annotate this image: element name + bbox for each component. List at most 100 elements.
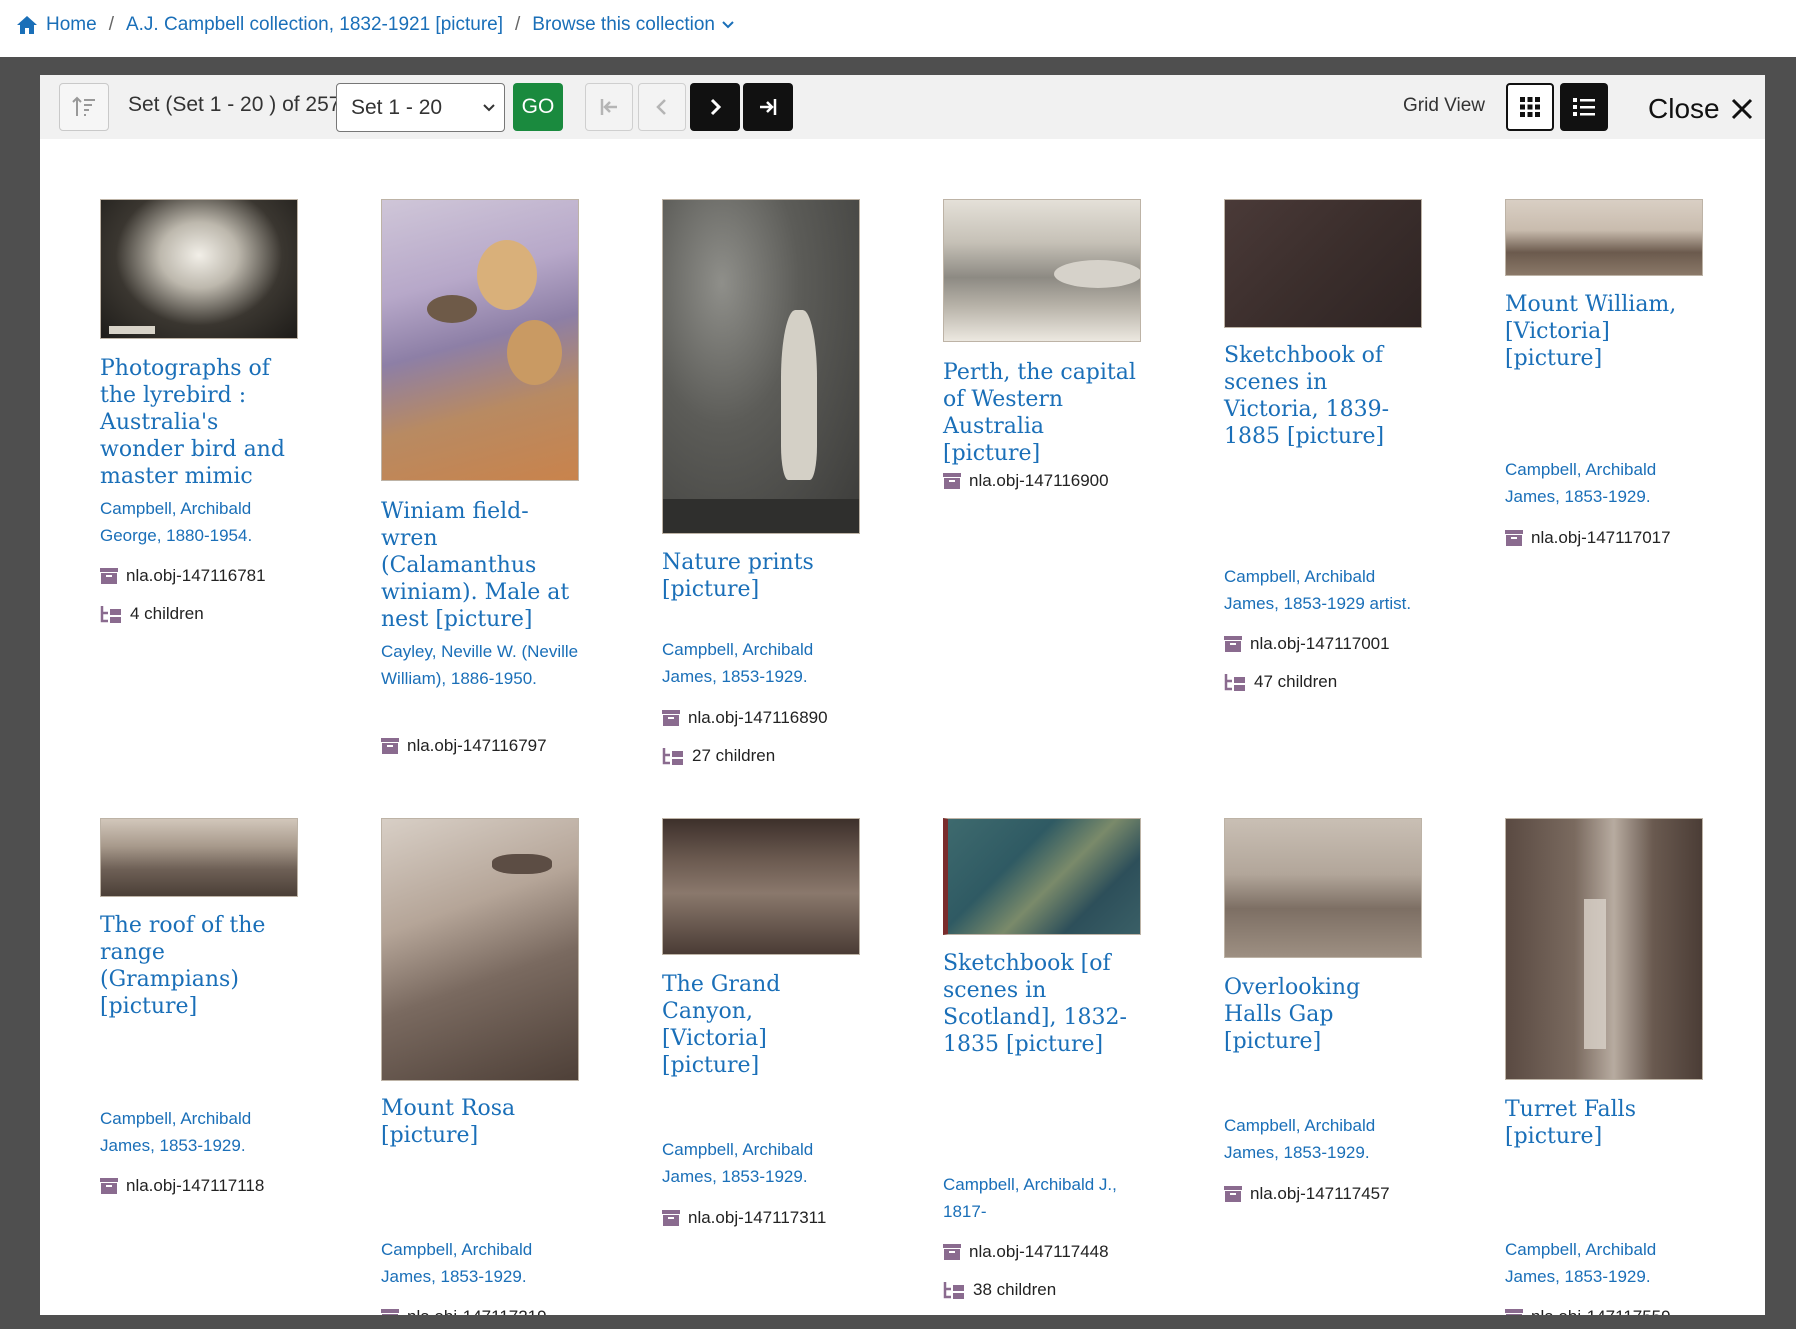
archive-box-icon [1505, 530, 1523, 546]
item-id-text: nla.obj-147117001 [1250, 634, 1390, 653]
item-children[interactable]: 38 children [943, 1280, 1056, 1300]
item-children[interactable]: 4 children [100, 604, 204, 624]
item-id: nla.obj-147117017 [1505, 528, 1671, 548]
last-page-button[interactable] [743, 83, 793, 131]
close-label: Close [1648, 93, 1720, 124]
item-title-link[interactable]: Mount Rosa [picture] [381, 1095, 581, 1149]
item-title-link[interactable]: Sketchbook of scenes in Victoria, 1839-1… [1224, 342, 1424, 450]
item-title-link[interactable]: The Grand Canyon, [Victoria] [picture] [662, 971, 862, 1079]
item-thumbnail[interactable] [943, 199, 1141, 342]
breadcrumb-home-link[interactable]: Home [46, 14, 97, 36]
set-range-label: Set (Set 1 - 20 ) of 257 [128, 93, 341, 116]
item-id: nla.obj-147117457 [1224, 1184, 1390, 1204]
item-title-link[interactable]: The roof of the range (Grampians) [pictu… [100, 912, 300, 1020]
item-children-text: 4 children [130, 604, 204, 623]
item-id-text: nla.obj-147117457 [1250, 1184, 1390, 1203]
item-thumbnail[interactable] [662, 199, 860, 534]
item-creator-link[interactable]: Campbell, Archibald James, 1853-1929. [662, 1136, 862, 1190]
archive-box-icon [100, 568, 118, 584]
item-thumbnail[interactable] [1505, 199, 1703, 276]
sort-button[interactable] [59, 83, 109, 131]
item-creator-link[interactable]: Campbell, Archibald James, 1853-1929. [1505, 456, 1705, 510]
set-select-value: Set 1 - 20 [351, 95, 443, 119]
item-title-link[interactable]: Turret Falls [picture] [1505, 1096, 1705, 1150]
item-title-link[interactable]: Winiam field-wren (Calamanthus winiam). … [381, 498, 581, 633]
item-id: nla.obj-147117559 [1505, 1307, 1671, 1315]
breadcrumb-bar: Home / A.J. Campbell collection, 1832-19… [0, 0, 1796, 57]
archive-box-icon [381, 738, 399, 754]
item-creator-link[interactable]: Campbell, Archibald James, 1853-1929. [1224, 1112, 1424, 1166]
chevron-right-icon [710, 98, 722, 116]
archive-box-icon [943, 1244, 961, 1260]
breadcrumb: Home / A.J. Campbell collection, 1832-19… [16, 14, 735, 36]
page-edge [1766, 57, 1796, 1329]
item-creator-link[interactable]: Campbell, Archibald James, 1853-1929 art… [1224, 563, 1424, 617]
item-title-link[interactable]: Photographs of the lyrebird : Australia'… [100, 355, 300, 490]
item-thumbnail[interactable] [1224, 818, 1422, 958]
item-thumbnail[interactable] [1224, 199, 1422, 328]
chevron-down-icon [483, 104, 495, 112]
item-creator-link[interactable]: Campbell, Archibald J., 1817- [943, 1171, 1143, 1225]
item-title-link[interactable]: Overlooking Halls Gap [picture] [1224, 974, 1424, 1055]
item-creator-link[interactable]: Campbell, Archibald George, 1880-1954. [100, 495, 300, 549]
item-children[interactable]: 27 children [662, 746, 775, 766]
item-id: nla.obj-147116890 [662, 708, 828, 728]
item-creator-link[interactable]: Campbell, Archibald James, 1853-1929. [100, 1105, 300, 1159]
item-id: nla.obj-147117001 [1224, 634, 1390, 654]
item-thumbnail[interactable] [1505, 818, 1703, 1080]
next-page-button[interactable] [690, 83, 740, 131]
hierarchy-icon [1224, 674, 1245, 691]
sort-icon [72, 96, 95, 116]
archive-box-icon [381, 1309, 399, 1315]
item-title-link[interactable]: Perth, the capital of Western Australia … [943, 359, 1143, 467]
hierarchy-icon [943, 1282, 964, 1299]
item-id: nla.obj-147116900 [943, 471, 1109, 491]
browse-collection-dropdown[interactable]: Browse this collection [532, 14, 715, 36]
item-title-link[interactable]: Sketchbook [of scenes in Scotland], 1832… [943, 950, 1143, 1058]
item-id-text: nla.obj-147117559 [1531, 1307, 1671, 1315]
item-title-link[interactable]: Nature prints [picture] [662, 549, 862, 603]
item-children[interactable]: 47 children [1224, 672, 1337, 692]
breadcrumb-collection-link[interactable]: A.J. Campbell collection, 1832-1921 [pic… [126, 14, 503, 36]
item-thumbnail[interactable] [381, 199, 579, 481]
item-thumbnail[interactable] [662, 818, 860, 955]
item-id-text: nla.obj-147116781 [126, 566, 266, 585]
item-id-text: nla.obj-147117118 [126, 1176, 265, 1195]
home-icon [17, 16, 37, 34]
item-children-text: 27 children [692, 746, 776, 765]
item-id-text: nla.obj-147117017 [1531, 528, 1671, 547]
view-mode-label: Grid View [1403, 95, 1486, 116]
breadcrumb-separator: / [515, 14, 521, 35]
item-id: nla.obj-147116797 [381, 736, 547, 756]
close-button[interactable]: Close [1648, 93, 1754, 125]
item-creator-link[interactable]: Campbell, Archibald James, 1853-1929. [662, 636, 862, 690]
grid-icon [1520, 97, 1540, 117]
item-creator-link[interactable]: Campbell, Archibald James, 1853-1929. [1505, 1236, 1705, 1290]
archive-box-icon [1505, 1309, 1523, 1315]
item-title-link[interactable]: Mount William, [Victoria] [picture] [1505, 291, 1705, 372]
grid-view-button[interactable] [1506, 83, 1554, 131]
item-creator-link[interactable]: Cayley, Neville W. (Neville William), 18… [381, 638, 581, 692]
list-view-button[interactable] [1560, 83, 1608, 131]
item-children-text: 38 children [973, 1280, 1057, 1299]
archive-box-icon [662, 1210, 680, 1226]
item-creator-link[interactable]: Campbell, Archibald James, 1853-1929. [381, 1236, 581, 1290]
item-id-text: nla.obj-147117219 [407, 1307, 547, 1315]
item-id: nla.obj-147117448 [943, 1242, 1109, 1262]
set-select[interactable]: Set 1 - 20 [336, 83, 505, 132]
breadcrumb-separator: / [108, 14, 114, 35]
go-button[interactable]: GO [513, 83, 563, 131]
item-thumbnail[interactable] [381, 818, 579, 1081]
first-page-button[interactable] [585, 83, 633, 131]
item-thumbnail[interactable] [100, 199, 298, 339]
item-id-text: nla.obj-147116797 [407, 736, 547, 755]
item-thumbnail[interactable] [943, 818, 1141, 935]
first-page-icon [600, 99, 617, 115]
item-thumbnail[interactable] [100, 818, 298, 897]
archive-box-icon [662, 710, 680, 726]
previous-page-button[interactable] [638, 83, 686, 131]
chevron-down-icon[interactable] [721, 18, 735, 32]
browse-toolbar: Set (Set 1 - 20 ) of 257 Set 1 - 20 GO G… [40, 75, 1765, 139]
chevron-left-icon [656, 99, 666, 115]
item-id: nla.obj-147117311 [662, 1208, 826, 1228]
